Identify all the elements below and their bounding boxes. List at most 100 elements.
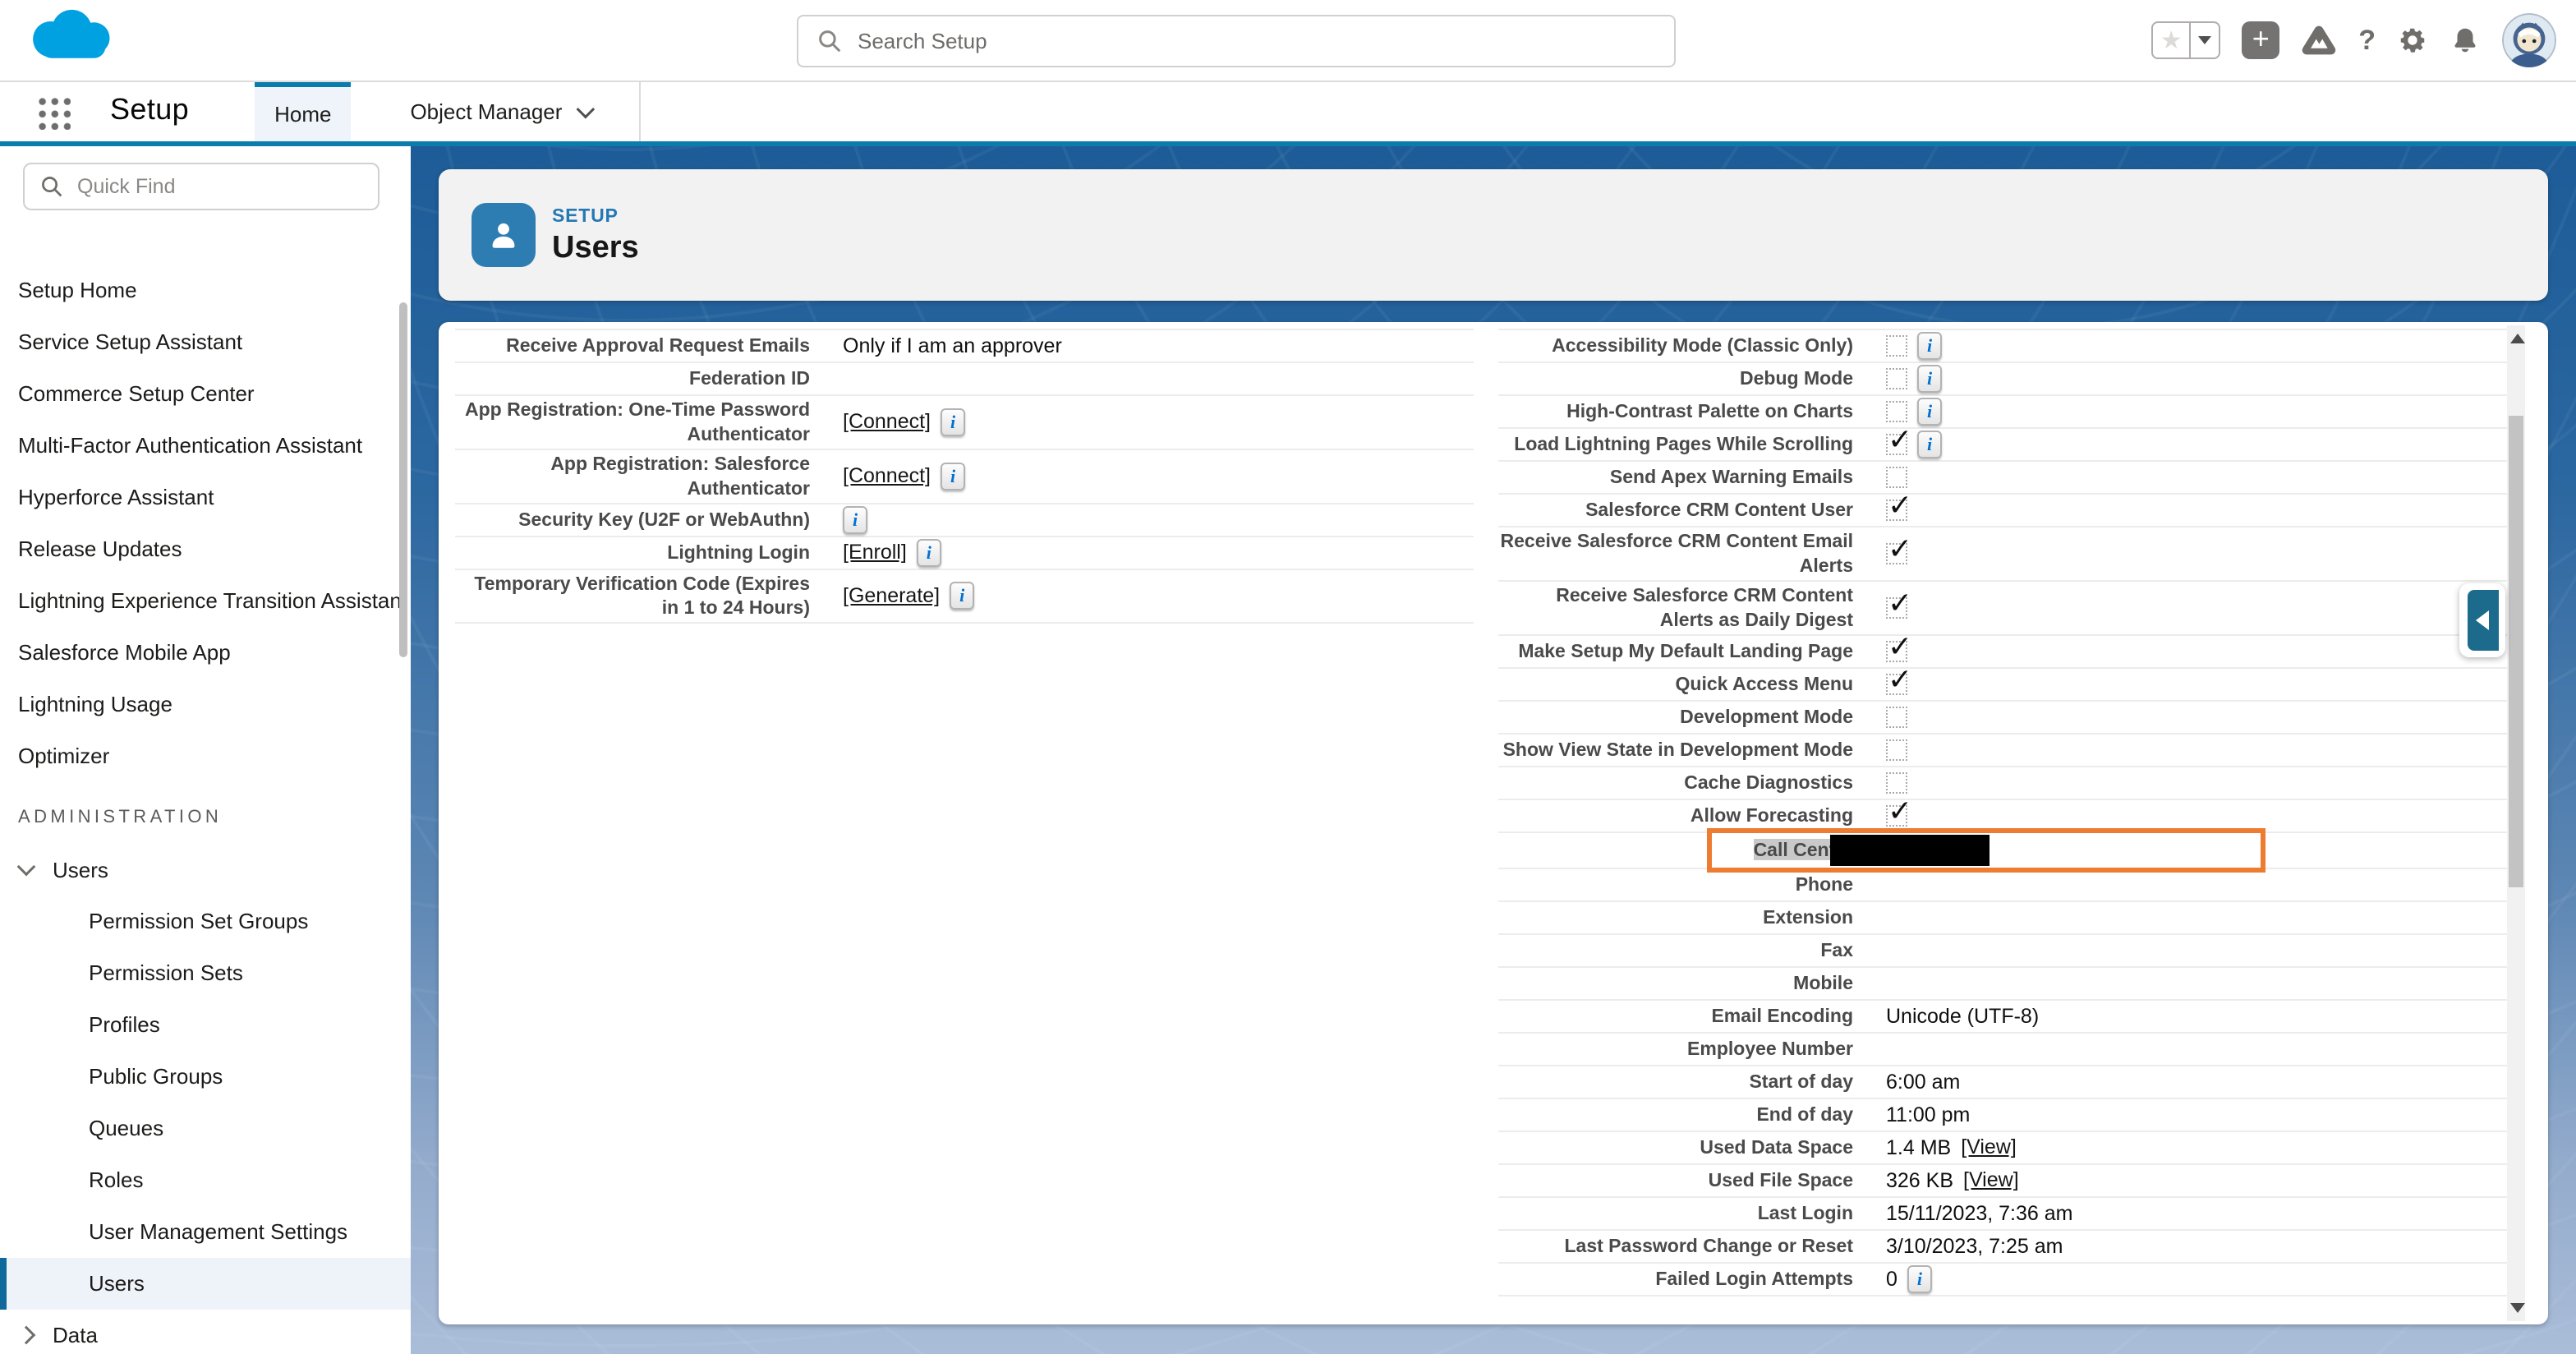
sidebar-item-label: Lightning Experience Transition Assistan… (18, 588, 407, 614)
favorites-dropdown-icon[interactable] (2191, 21, 2220, 59)
field-action-link[interactable]: [Generate] (843, 584, 940, 608)
checkbox-unchecked-icon[interactable] (1886, 335, 1907, 357)
sidebar-item-setup-home[interactable]: Setup Home (0, 265, 411, 316)
field-action-link[interactable]: [Connect] (843, 410, 931, 434)
field-row-debug-mode: Debug Mode (1498, 363, 2507, 396)
checkbox-checked-icon[interactable] (1886, 641, 1907, 662)
sidebar-item-label: Queues (89, 1116, 163, 1141)
checkbox-unchecked-icon[interactable] (1886, 772, 1907, 794)
notifications-bell-icon[interactable] (2450, 25, 2481, 56)
field-action-link[interactable]: [View] (1963, 1168, 2019, 1192)
info-icon[interactable] (941, 463, 965, 490)
expand-side-panel-button[interactable] (2468, 590, 2499, 651)
field-action-link[interactable]: [Enroll] (843, 541, 907, 564)
salesforce-logo-icon[interactable] (21, 3, 126, 77)
sidebar-item-roles[interactable]: Roles (0, 1154, 411, 1206)
guidance-center-icon[interactable] (2301, 22, 2337, 58)
setup-gear-icon[interactable] (2397, 25, 2428, 56)
sidebar-item-public-groups[interactable]: Public Groups (0, 1051, 411, 1103)
checkbox-unchecked-icon[interactable] (1886, 467, 1907, 488)
info-icon[interactable] (1917, 332, 1942, 360)
sidebar-group-data[interactable]: Data (0, 1310, 411, 1354)
info-icon[interactable] (1917, 365, 1942, 393)
sidebar-item-queues[interactable]: Queues (0, 1103, 411, 1154)
field-label: Debug Mode (1498, 366, 1853, 391)
scroll-up-icon[interactable] (2510, 334, 2525, 343)
checkbox-checked-icon[interactable] (1886, 500, 1907, 521)
tab-object-manager[interactable]: Object Manager (387, 82, 613, 141)
tab-home[interactable]: Home (255, 82, 351, 141)
field-label: Allow Forecasting (1498, 804, 1853, 828)
help-icon[interactable]: ? (2358, 25, 2376, 57)
checkbox-checked-icon[interactable] (1886, 674, 1907, 695)
quick-find-input[interactable] (77, 175, 378, 199)
field-label: Make Setup My Default Landing Page (1498, 639, 1853, 664)
sidebar-item-multi-factor-authentication-assistant[interactable]: Multi-Factor Authentication Assistant (0, 420, 411, 472)
sidebar-group-users[interactable]: Users (0, 845, 411, 896)
field-label: Temporary Verification Code (Expires in … (455, 572, 810, 621)
field-label-text: Phone (1796, 873, 1853, 895)
detail-columns: Receive Approval Request EmailsOnly if I… (455, 329, 2507, 1324)
sidebar-item-release-updates[interactable]: Release Updates (0, 523, 411, 575)
checkbox-checked-icon[interactable] (1886, 434, 1907, 455)
setup-main-area: SETUP Users Receive Approval Request Ema… (411, 146, 2576, 1354)
field-value (1853, 431, 2507, 458)
field-row-accessibility-mode-classic-only: Accessibility Mode (Classic Only) (1498, 330, 2507, 363)
detail-right-column: Accessibility Mode (Classic Only) Debug M… (1498, 329, 2507, 1324)
field-row-receive-approval-request-emails: Receive Approval Request EmailsOnly if I… (455, 330, 1474, 363)
field-value (1853, 500, 2507, 521)
scroll-down-icon[interactable] (2510, 1303, 2525, 1313)
sidebar-scrollbar-thumb[interactable] (399, 302, 407, 657)
info-icon[interactable] (1917, 431, 1942, 458)
info-icon[interactable] (843, 506, 867, 534)
favorites-star-icon[interactable]: ★ (2151, 21, 2191, 59)
sidebar-item-hyperforce-assistant[interactable]: Hyperforce Assistant (0, 472, 411, 523)
sidebar-item-lightning-usage[interactable]: Lightning Usage (0, 679, 411, 730)
sidebar-item-lightning-experience-transition-assistant[interactable]: Lightning Experience Transition Assistan… (0, 575, 411, 627)
checkbox-checked-icon[interactable] (1886, 805, 1907, 827)
search-setup-input[interactable] (858, 29, 1674, 54)
quick-create-plus-icon[interactable] (2242, 21, 2279, 59)
field-label: Used File Space (1498, 1168, 1853, 1193)
checkbox-unchecked-icon[interactable] (1886, 707, 1907, 728)
chevron-down-icon (17, 858, 36, 877)
checkbox-unchecked-icon[interactable] (1886, 739, 1907, 761)
field-value (1853, 739, 2507, 761)
sidebar-item-users[interactable]: Users (0, 1258, 411, 1310)
info-icon[interactable] (941, 408, 965, 436)
checkbox-checked-icon[interactable] (1886, 543, 1907, 564)
field-value: 11:00 pm (1853, 1103, 2507, 1127)
field-action-link[interactable]: [Connect] (843, 464, 931, 488)
field-label: Send Apex Warning Emails (1498, 465, 1853, 490)
checkbox-checked-icon[interactable] (1886, 597, 1907, 619)
field-value (1853, 543, 2507, 564)
page-header-card: SETUP Users (439, 169, 2548, 301)
field-label-text: Load Lightning Pages While Scrolling (1514, 433, 1853, 454)
sidebar-item-profiles[interactable]: Profiles (0, 999, 411, 1051)
user-avatar[interactable] (2502, 13, 2556, 67)
content-scrollbar-thumb[interactable] (2509, 416, 2523, 887)
field-action-link[interactable]: [View] (1961, 1135, 2017, 1159)
field-label-text: Fax (1820, 939, 1853, 960)
sidebar-item-optimizer[interactable]: Optimizer (0, 730, 411, 782)
info-icon[interactable] (950, 582, 974, 610)
sidebar-item-label: Permission Set Groups (89, 909, 308, 934)
info-icon[interactable] (917, 539, 941, 567)
sidebar-item-salesforce-mobile-app[interactable]: Salesforce Mobile App (0, 627, 411, 679)
checkbox-unchecked-icon[interactable] (1886, 401, 1907, 422)
sidebar-item-permission-set-groups[interactable]: Permission Set Groups (0, 896, 411, 947)
info-icon[interactable] (1917, 398, 1942, 426)
content-scrollbar[interactable] (2507, 325, 2525, 1321)
sidebar-item-commerce-setup-center[interactable]: Commerce Setup Center (0, 368, 411, 420)
checkbox-unchecked-icon[interactable] (1886, 368, 1907, 389)
app-launcher-icon[interactable] (36, 95, 71, 130)
info-icon[interactable] (1907, 1265, 1932, 1293)
sidebar-item-permission-sets[interactable]: Permission Sets (0, 947, 411, 999)
field-row-lightning-login: Lightning Login[Enroll] (455, 537, 1474, 570)
user-detail-card: Receive Approval Request EmailsOnly if I… (439, 322, 2548, 1324)
sidebar-item-user-management-settings[interactable]: User Management Settings (0, 1206, 411, 1258)
field-label-text: Start of day (1749, 1071, 1853, 1092)
field-label: Extension (1498, 905, 1853, 930)
field-row-call-center: Call Center (1498, 833, 2507, 869)
sidebar-item-service-setup-assistant[interactable]: Service Setup Assistant (0, 316, 411, 368)
